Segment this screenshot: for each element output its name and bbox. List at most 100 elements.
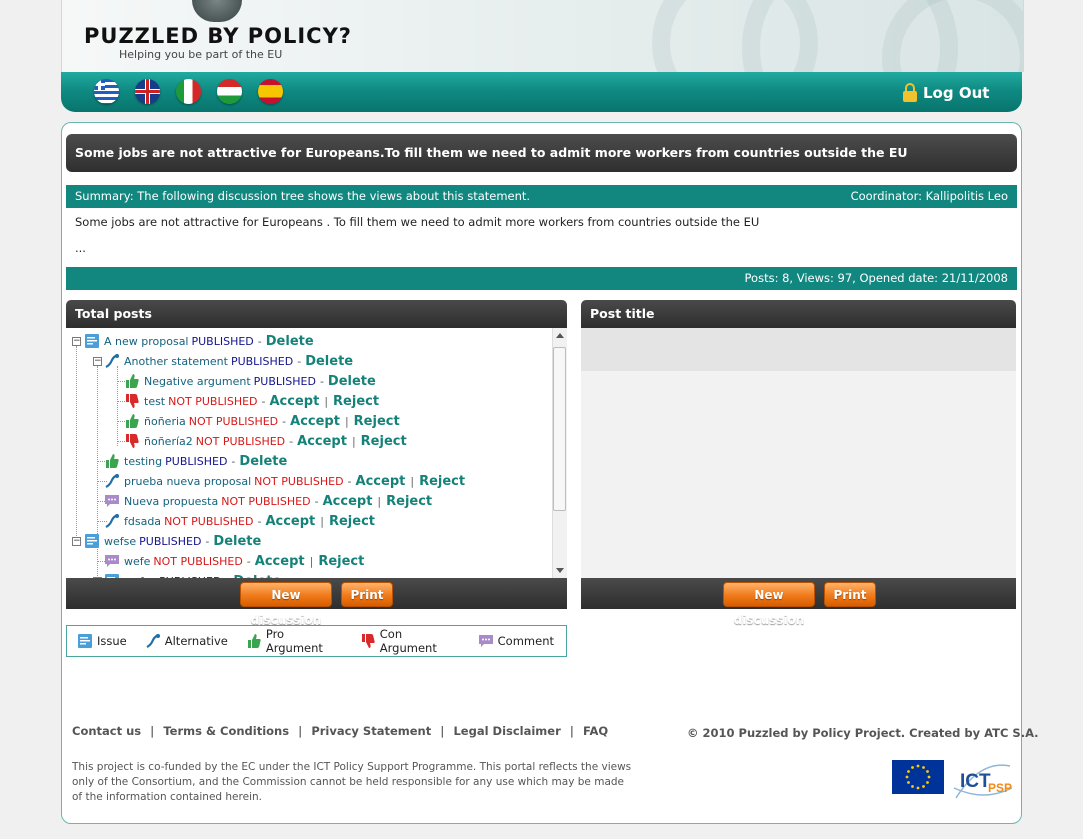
scrollbar-thumb[interactable] — [553, 347, 566, 511]
eu-flag-logo — [892, 760, 944, 794]
accept-link[interactable]: Accept — [255, 554, 305, 569]
discussion-tree[interactable]: − − − − A new proposalPUBLISHED-DeleteAn… — [66, 328, 552, 578]
issue-icon — [84, 333, 100, 349]
tree-node[interactable]: A new proposal PUBLISHED - Delete — [84, 333, 314, 349]
summary-bar: Summary: The following discussion tree s… — [66, 185, 1017, 208]
scroll-down-icon[interactable] — [556, 568, 564, 573]
collapse-toggle[interactable]: − — [72, 337, 81, 346]
delete-link[interactable]: Delete — [305, 354, 353, 369]
stats-bar: Posts: 8, Views: 97, Opened date: 21/11/… — [66, 267, 1017, 290]
tree-node[interactable]: Another statement PUBLISHED - Delete — [104, 353, 353, 369]
english-flag-icon[interactable] — [135, 79, 160, 104]
reject-link[interactable]: Reject — [361, 434, 407, 449]
comment-icon — [104, 493, 120, 509]
node-title[interactable]: ñoñeria — [144, 415, 186, 428]
new-discussion-button[interactable]: New discussion — [723, 582, 815, 627]
node-title[interactable]: wefse — [104, 535, 136, 548]
logout-button[interactable]: Log Out — [903, 83, 989, 102]
delete-link[interactable]: Delete — [328, 374, 376, 389]
accept-link[interactable]: Accept — [356, 474, 406, 489]
node-title[interactable]: Another statement — [124, 355, 228, 368]
terms-link[interactable]: Terms & Conditions — [163, 724, 289, 738]
post-title-area — [581, 328, 1016, 371]
accept-link[interactable]: Accept — [290, 414, 340, 429]
legend-label: Alternative — [164, 634, 228, 648]
accept-link[interactable]: Accept — [297, 434, 347, 449]
tree-node[interactable]: wefe NOT PUBLISHED - Accept | Reject — [104, 553, 364, 569]
legend-label: Comment — [497, 634, 554, 648]
delete-link[interactable]: Delete — [239, 454, 287, 469]
node-status: NOT PUBLISHED — [164, 514, 254, 528]
tree-node[interactable]: test NOT PUBLISHED - Accept | Reject — [124, 393, 379, 409]
alternative-icon — [104, 473, 120, 489]
print-button[interactable]: Print — [341, 582, 393, 607]
separator: - — [347, 474, 352, 488]
node-title[interactable]: wefe — [124, 555, 150, 568]
separator: - — [257, 514, 262, 528]
collapse-toggle[interactable]: − — [72, 537, 81, 546]
reject-link[interactable]: Reject — [318, 554, 364, 569]
footer-links: Contact us | Terms & Conditions | Privac… — [72, 724, 609, 738]
tree-node[interactable]: ñoñería2 NOT PUBLISHED - Accept | Reject — [124, 433, 407, 449]
tree-node[interactable]: fdsada NOT PUBLISHED - Accept | Reject — [104, 513, 375, 529]
tree-node[interactable]: prueba nueva proposal NOT PUBLISHED - Accep… — [104, 473, 465, 489]
accept-link[interactable]: Accept — [323, 494, 373, 509]
separator: - — [231, 454, 236, 468]
tree-node[interactable]: testing PUBLISHED - Delete — [104, 453, 287, 469]
legal-disclaimer-link[interactable]: Legal Disclaimer — [453, 724, 560, 738]
contact-link[interactable]: Contact us — [72, 724, 141, 738]
reject-link[interactable]: Reject — [419, 474, 465, 489]
logo-globe-icon — [192, 0, 242, 22]
tree-node[interactable]: wefsePUBLISHED-Delete — [84, 533, 261, 549]
tree-node[interactable]: Nueva propuesta NOT PUBLISHED - Accept | Reje… — [104, 493, 432, 509]
print-button[interactable]: Print — [824, 582, 876, 607]
scroll-up-icon[interactable] — [556, 333, 564, 338]
site-logo[interactable]: PUZZLED BY POLICY? — [84, 24, 352, 48]
collapse-toggle[interactable]: − — [93, 357, 102, 366]
privacy-link[interactable]: Privacy Statement — [311, 724, 431, 738]
comment-icon — [478, 633, 494, 649]
node-title[interactable]: ñoñería2 — [144, 435, 193, 448]
legend-item: Issue — [77, 633, 127, 649]
alternative-icon — [104, 513, 120, 529]
new-discussion-button[interactable]: New discussion — [240, 582, 332, 627]
delete-link[interactable]: Delete — [266, 334, 314, 349]
accept-link[interactable]: Accept — [270, 394, 320, 409]
alternative-icon — [145, 633, 161, 649]
node-title[interactable]: prueba nueva proposal — [124, 475, 251, 488]
con-argument-icon — [360, 633, 376, 649]
separator: - — [319, 374, 324, 388]
node-title[interactable]: Negative argument — [144, 375, 251, 388]
reject-link[interactable]: Reject — [386, 494, 432, 509]
node-title[interactable]: A new proposal — [104, 335, 189, 348]
ict-psp-logo: ICT PSP — [950, 758, 1014, 804]
hungarian-flag-icon[interactable] — [217, 79, 242, 104]
reject-link[interactable]: Reject — [354, 414, 400, 429]
issue-icon — [84, 533, 100, 549]
nav-bar — [61, 72, 1022, 112]
separator: - — [261, 394, 266, 408]
separator: - — [289, 434, 294, 448]
node-title[interactable]: testing — [124, 455, 162, 468]
reject-link[interactable]: Reject — [333, 394, 379, 409]
tree-node[interactable]: ñoñeria NOT PUBLISHED - Accept | Reject — [124, 413, 400, 429]
italian-flag-icon[interactable] — [176, 79, 201, 104]
delete-link[interactable]: Delete — [213, 534, 261, 549]
node-title[interactable]: Nueva propuesta — [124, 495, 218, 508]
faq-link[interactable]: FAQ — [583, 724, 608, 738]
pro-argument-icon — [104, 453, 120, 469]
spanish-flag-icon[interactable] — [258, 79, 283, 104]
node-status: PUBLISHED — [191, 334, 254, 348]
greek-flag-icon[interactable] — [94, 79, 119, 104]
node-title[interactable]: fdsada — [124, 515, 161, 528]
coordinator-text: Coordinator: Kallipolitis Leo — [850, 189, 1008, 203]
svg-text:ICT: ICT — [960, 771, 991, 792]
tree-node[interactable]: Negative argument PUBLISHED - Delete — [124, 373, 376, 389]
statement-title: Some jobs are not attractive for Europea… — [66, 134, 1017, 172]
node-title[interactable]: test — [144, 395, 165, 408]
reject-link[interactable]: Reject — [329, 514, 375, 529]
site-header: PUZZLED BY POLICY? Helping you be part o… — [61, 0, 1024, 72]
separator: | — [320, 514, 324, 528]
node-status: NOT PUBLISHED — [195, 434, 286, 448]
accept-link[interactable]: Accept — [265, 514, 315, 529]
